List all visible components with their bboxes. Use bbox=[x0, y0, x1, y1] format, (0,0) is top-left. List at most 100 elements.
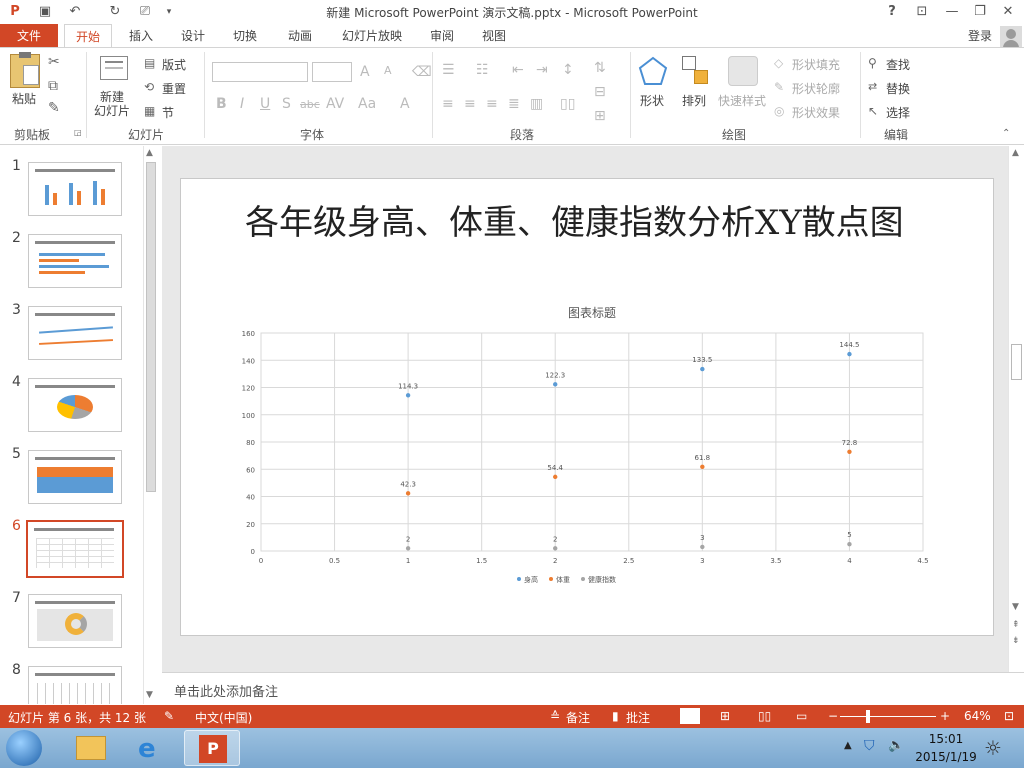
slide-thumbnail-6[interactable] bbox=[26, 520, 124, 578]
restore-button[interactable]: ❐ bbox=[968, 2, 992, 22]
format-painter-icon[interactable]: ✎ bbox=[48, 100, 60, 116]
clipboard-launcher-icon[interactable]: ◲ bbox=[74, 128, 82, 137]
current-slide[interactable]: 各年级身高、体重、健康指数分析XY散点图 图表标题 0 20 40 60 80 100 120… bbox=[180, 178, 994, 636]
minimize-button[interactable]: — bbox=[940, 2, 964, 22]
scatter-chart[interactable]: 图表标题 0 20 40 60 80 100 120 140 160 0 0.5 1 1.5 2 2.5 3 3.… bbox=[221, 299, 961, 599]
slide-thumbnail-3[interactable] bbox=[28, 306, 122, 360]
editor-scroll-thumb[interactable] bbox=[1011, 344, 1022, 380]
tab-animations[interactable]: 动画 bbox=[276, 24, 324, 48]
login-link[interactable]: 登录 bbox=[962, 24, 998, 48]
font-size-combo[interactable] bbox=[312, 62, 352, 82]
taskbar-explorer[interactable] bbox=[62, 730, 118, 766]
shape-effects-button[interactable]: 形状效果 bbox=[792, 104, 840, 121]
shapes-button[interactable]: 形状 bbox=[640, 92, 664, 109]
clock-date[interactable]: 2015/1/19 bbox=[914, 750, 978, 764]
slideshow-icon[interactable]: ▭ bbox=[796, 709, 807, 723]
paste-icon[interactable] bbox=[10, 52, 40, 88]
tab-view[interactable]: 视图 bbox=[472, 24, 516, 48]
find-button[interactable]: 查找 bbox=[886, 56, 910, 73]
clock-time[interactable]: 15:01 bbox=[914, 732, 978, 746]
thumbnail-scroll-thumb[interactable] bbox=[146, 162, 156, 492]
tab-insert[interactable]: 插入 bbox=[118, 24, 164, 48]
italic-icon[interactable]: I bbox=[240, 96, 244, 112]
distributed-icon[interactable]: ▥ bbox=[530, 96, 543, 112]
comments-button[interactable]: 批注 bbox=[626, 709, 650, 726]
align-text-icon[interactable]: ⊟ bbox=[594, 84, 606, 100]
zoom-slider-thumb[interactable] bbox=[866, 710, 870, 723]
decrease-font-icon[interactable]: A bbox=[384, 64, 392, 77]
next-slide-icon[interactable]: ⇟ bbox=[1012, 636, 1020, 646]
align-center-icon[interactable]: ≡ bbox=[464, 96, 476, 112]
spell-check-icon[interactable]: ✎ bbox=[164, 709, 174, 723]
previous-slide-icon[interactable]: ⇞ bbox=[1012, 620, 1020, 630]
change-case-icon[interactable]: Aa bbox=[358, 96, 376, 112]
slide-thumbnail-2[interactable] bbox=[28, 234, 122, 288]
ribbon-display-options-icon[interactable]: ⊡ bbox=[910, 2, 934, 22]
start-button[interactable] bbox=[6, 730, 42, 766]
bold-icon[interactable]: B bbox=[216, 96, 227, 112]
smartart-icon[interactable]: ⊞ bbox=[594, 108, 606, 124]
cut-icon[interactable]: ✂ bbox=[48, 54, 60, 70]
language-indicator[interactable]: 中文(中国) bbox=[195, 709, 252, 726]
normal-view-icon[interactable] bbox=[680, 708, 700, 724]
tray-arrow-icon[interactable]: ▲ bbox=[844, 740, 852, 751]
slide-counter[interactable]: 幻灯片 第 6 张，共 12 张 bbox=[8, 709, 146, 726]
quick-styles-button[interactable]: 快速样式 bbox=[718, 92, 766, 109]
numbering-icon[interactable]: ☷ bbox=[476, 62, 489, 78]
zoom-out-icon[interactable]: − bbox=[828, 709, 838, 723]
font-color-icon[interactable]: A bbox=[400, 96, 410, 112]
volume-icon[interactable]: 🔈 bbox=[888, 738, 904, 753]
security-shield-icon[interactable]: ⛉ bbox=[864, 738, 875, 754]
new-slide-button[interactable]: 新建 幻灯片 bbox=[94, 90, 130, 118]
tab-review[interactable]: 审阅 bbox=[420, 24, 464, 48]
reading-view-icon[interactable]: ▯▯ bbox=[758, 709, 771, 723]
columns-icon[interactable]: ▯▯ bbox=[560, 96, 575, 112]
line-spacing-icon[interactable]: ↕ bbox=[562, 62, 574, 78]
shape-outline-button[interactable]: 形状轮廓 bbox=[792, 80, 840, 97]
select-button[interactable]: 选择 bbox=[886, 104, 910, 121]
new-slide-icon[interactable] bbox=[100, 56, 128, 80]
close-button[interactable]: ✕ bbox=[996, 2, 1020, 22]
text-direction-icon[interactable]: ⇅ bbox=[594, 60, 606, 76]
shapes-icon[interactable] bbox=[638, 56, 668, 86]
notes-placeholder[interactable]: 单击此处添加备注 bbox=[174, 681, 278, 700]
decrease-indent-icon[interactable]: ⇤ bbox=[512, 62, 524, 78]
slide-title[interactable]: 各年级身高、体重、健康指数分析XY散点图 bbox=[245, 203, 935, 243]
clear-formatting-icon[interactable]: ⌫ bbox=[412, 64, 432, 80]
increase-font-icon[interactable]: A bbox=[360, 64, 370, 80]
align-left-icon[interactable]: ≡ bbox=[442, 96, 454, 112]
scroll-up-icon[interactable]: ▲ bbox=[146, 148, 153, 158]
scroll-up-icon[interactable]: ▲ bbox=[1012, 148, 1019, 158]
slide-sorter-icon[interactable]: ⊞ bbox=[720, 709, 730, 723]
replace-button[interactable]: 替换 bbox=[886, 80, 910, 97]
copy-icon[interactable]: ⧉ bbox=[48, 78, 58, 94]
strikethrough-icon[interactable]: abc bbox=[300, 98, 320, 111]
shape-fill-button[interactable]: 形状填充 bbox=[792, 56, 840, 73]
slide-thumbnail-7[interactable] bbox=[28, 594, 122, 648]
tab-file[interactable]: 文件 bbox=[0, 24, 58, 48]
shadow-icon[interactable]: S bbox=[282, 96, 291, 112]
editor-scrollbar[interactable]: ▲ ▼ ⇞ ⇟ bbox=[1008, 146, 1024, 672]
tab-home[interactable]: 开始 bbox=[64, 24, 112, 48]
reset-button[interactable]: 重置 bbox=[162, 80, 186, 97]
weather-icon[interactable]: ☼ bbox=[984, 736, 1002, 760]
arrange-button[interactable]: 排列 bbox=[682, 92, 706, 109]
scroll-down-icon[interactable]: ▼ bbox=[146, 690, 153, 700]
font-name-combo[interactable] bbox=[212, 62, 308, 82]
tab-slideshow[interactable]: 幻灯片放映 bbox=[334, 24, 410, 48]
char-spacing-icon[interactable]: AV bbox=[326, 96, 344, 112]
paste-button[interactable]: 粘贴 bbox=[12, 90, 36, 107]
help-button[interactable]: ? bbox=[880, 2, 904, 22]
avatar[interactable] bbox=[1000, 26, 1022, 48]
taskbar-ie[interactable]: e bbox=[124, 730, 180, 766]
notes-toggle-button[interactable]: 备注 bbox=[566, 709, 590, 726]
tab-transitions[interactable]: 切换 bbox=[222, 24, 268, 48]
align-right-icon[interactable]: ≡ bbox=[486, 96, 498, 112]
underline-icon[interactable]: U bbox=[260, 96, 270, 112]
bullets-icon[interactable]: ☰ bbox=[442, 62, 455, 78]
slide-thumbnail-8[interactable] bbox=[28, 666, 122, 704]
thumbnail-scrollbar[interactable]: ▲ ▼ bbox=[143, 146, 158, 704]
layout-button[interactable]: 版式 bbox=[162, 56, 186, 73]
notes-pane[interactable]: 单击此处添加备注 bbox=[162, 672, 1024, 704]
slide-thumbnail-4[interactable] bbox=[28, 378, 122, 432]
